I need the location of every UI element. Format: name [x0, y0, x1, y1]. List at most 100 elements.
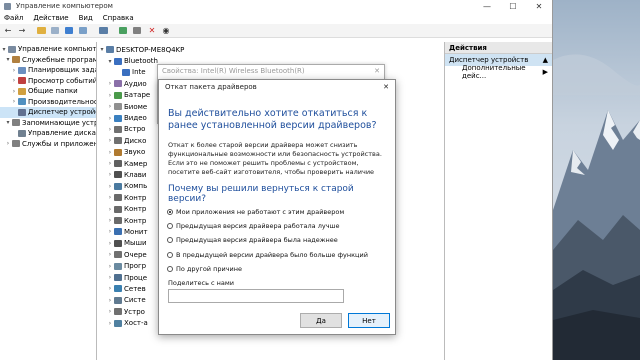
chevron-right-icon[interactable]: ›: [106, 217, 114, 224]
rollback-close-button[interactable]: ✕: [383, 83, 389, 91]
tree-item-shared-folders[interactable]: › Общие папки: [0, 86, 96, 97]
chevron-right-icon[interactable]: ›: [106, 149, 114, 156]
chevron-right-icon[interactable]: ›: [106, 274, 114, 281]
scan-icon[interactable]: ◉: [160, 25, 172, 36]
yes-button[interactable]: Да: [300, 313, 342, 328]
menu-view[interactable]: Вид: [79, 14, 93, 22]
chevron-right-icon[interactable]: ›: [106, 206, 114, 213]
expand-arrow-icon[interactable]: ▶: [543, 68, 548, 76]
chevron-right-icon[interactable]: ›: [106, 263, 114, 270]
tree-item-performance[interactable]: › Производительность: [0, 97, 96, 108]
chevron-right-icon[interactable]: ›: [106, 92, 114, 99]
device-category-label: Inte: [132, 68, 146, 77]
processor-icon: [114, 274, 122, 281]
keyboard-icon: [114, 171, 122, 179]
device-category-label: Контр: [124, 193, 147, 202]
menu-file[interactable]: Файл: [4, 14, 23, 22]
chevron-right-icon[interactable]: ›: [106, 137, 114, 144]
chevron-down-icon[interactable]: ▾: [4, 119, 12, 126]
minimize-button[interactable]: —: [474, 2, 500, 11]
chevron-right-icon[interactable]: ›: [106, 297, 114, 304]
chevron-right-icon[interactable]: ›: [106, 320, 114, 327]
reason-option-reliable[interactable]: Предыдущая версия драйвера была надежнее: [167, 233, 368, 247]
tree-item-event-viewer[interactable]: › Просмотр событий: [0, 76, 96, 87]
chevron-right-icon[interactable]: ›: [106, 115, 114, 122]
chevron-right-icon[interactable]: ›: [106, 194, 114, 201]
chevron-down-icon[interactable]: ▾: [98, 46, 106, 53]
chevron-right-icon[interactable]: ›: [10, 88, 18, 95]
radio-icon[interactable]: [167, 265, 173, 272]
rollback-heading: Вы действительно хотите откатиться к ран…: [168, 108, 377, 131]
chevron-down-icon[interactable]: ▾: [106, 58, 114, 65]
tree-item-device-manager[interactable]: Диспетчер устройств: [0, 107, 96, 118]
reason-option-apps[interactable]: Мои приложения не работают с этим драйве…: [167, 205, 368, 219]
chevron-right-icon[interactable]: ›: [10, 67, 18, 74]
uninstall-icon[interactable]: ✕: [146, 25, 158, 36]
chevron-right-icon[interactable]: ›: [106, 103, 114, 110]
back-icon[interactable]: ←: [2, 25, 14, 36]
reason-option-other[interactable]: По другой причине: [167, 262, 368, 276]
radio-icon[interactable]: [167, 251, 173, 258]
forward-icon[interactable]: →: [16, 25, 28, 36]
chevron-right-icon[interactable]: ›: [106, 126, 114, 133]
device-category-label: Контр: [124, 205, 147, 214]
close-button[interactable]: ✕: [526, 2, 552, 11]
disable-icon[interactable]: [132, 25, 144, 36]
tree-item-task-scheduler[interactable]: › Планировщик заданий: [0, 65, 96, 76]
tree-item-services-apps[interactable]: › Службы и приложения: [0, 139, 96, 150]
properties-icon[interactable]: [50, 25, 62, 36]
chevron-right-icon[interactable]: ›: [10, 77, 18, 84]
monitor-icon[interactable]: [98, 25, 110, 36]
chevron-right-icon[interactable]: ›: [106, 80, 114, 87]
chevron-right-icon[interactable]: ›: [4, 140, 12, 147]
device-category-label: Видео: [124, 114, 147, 123]
chevron-right-icon[interactable]: ›: [106, 160, 114, 167]
bluetooth-icon: [114, 57, 122, 65]
chevron-right-icon[interactable]: ›: [106, 251, 114, 258]
chevron-right-icon[interactable]: ›: [106, 171, 114, 178]
menu-bar: Файл Действие Вид Справка: [0, 12, 552, 24]
menu-action[interactable]: Действие: [33, 14, 68, 22]
menu-help[interactable]: Справка: [103, 14, 134, 22]
device-category-label: Камер: [124, 159, 148, 168]
device-root[interactable]: ▾ DESKTOP-ME8Q4KP: [98, 44, 443, 55]
computer-icon: [8, 45, 16, 53]
properties-close-button[interactable]: ✕: [374, 67, 380, 75]
no-button[interactable]: Нет: [348, 313, 390, 328]
radio-selected-icon[interactable]: [167, 209, 173, 216]
chevron-right-icon[interactable]: ›: [106, 183, 114, 190]
chevron-down-icon[interactable]: ▾: [4, 56, 12, 63]
radio-icon[interactable]: [167, 223, 173, 230]
driver-rollback-dialog: Откат пакета драйверов ✕ Вы действительн…: [158, 79, 396, 335]
chevron-right-icon[interactable]: ›: [106, 228, 114, 235]
chevron-right-icon[interactable]: ›: [10, 98, 18, 105]
tree-item-disk-management[interactable]: Управление дисками: [0, 128, 96, 139]
chevron-right-icon[interactable]: ›: [106, 285, 114, 292]
device-category-label: Bluetooth: [124, 57, 158, 66]
maximize-button[interactable]: ☐: [500, 2, 526, 11]
collapse-arrow-icon[interactable]: ▲: [543, 56, 548, 64]
radio-icon[interactable]: [167, 237, 173, 244]
chevron-right-icon[interactable]: ›: [106, 308, 114, 315]
device-category-label: Компь: [124, 182, 148, 191]
chevron-right-icon[interactable]: ›: [106, 240, 114, 247]
tree-item-storage[interactable]: ▾ Запоминающие устройства: [0, 118, 96, 129]
battery-icon: [114, 91, 122, 99]
folder-icon[interactable]: [36, 25, 48, 36]
device-category-label: Хост-а: [124, 319, 148, 328]
device-category-label: Биоме: [124, 102, 148, 111]
actions-more[interactable]: Дополнительные дейс... ▶: [445, 64, 552, 80]
driver-update-icon[interactable]: [118, 25, 130, 36]
reason-option-better[interactable]: Предыдущая версия драйвера работала лучш…: [167, 219, 368, 233]
tree-item-system-tools[interactable]: ▾ Служебные программы: [0, 55, 96, 66]
sound-icon: [114, 148, 122, 156]
device-category-label: Клави: [124, 170, 147, 179]
tree-item-computer-management[interactable]: ▾ Управление компьютером (лс: [0, 44, 96, 55]
share-input[interactable]: [168, 289, 344, 303]
reason-option-features[interactable]: В предыдущей версии драйвера было больше…: [167, 248, 368, 262]
chevron-down-icon[interactable]: ▾: [0, 46, 8, 53]
help-icon[interactable]: [64, 25, 76, 36]
console-icon[interactable]: [78, 25, 90, 36]
monitor-icon: [114, 228, 122, 236]
computer-icon: [106, 46, 114, 54]
